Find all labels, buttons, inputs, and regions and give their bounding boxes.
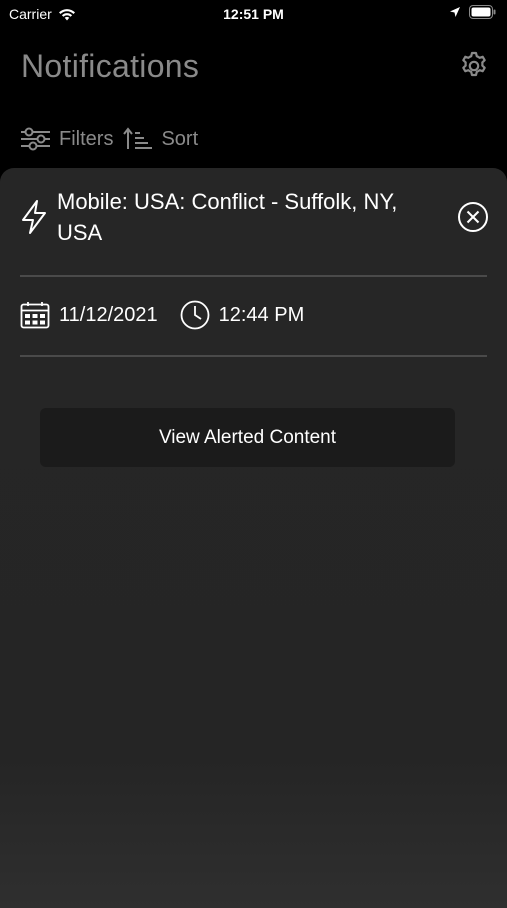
alert-date-text: 11/12/2021 bbox=[59, 303, 158, 326]
status-time: 12:51 PM bbox=[223, 6, 284, 22]
notification-card: Mobile: USA: Conflict - Suffolk, NY, USA bbox=[0, 168, 507, 908]
filters-label: Filters bbox=[59, 127, 114, 150]
divider bbox=[20, 275, 487, 277]
alert-title: Mobile: USA: Conflict - Suffolk, NY, USA bbox=[57, 189, 398, 245]
clock-icon bbox=[180, 300, 210, 330]
gear-icon[interactable] bbox=[459, 51, 489, 81]
divider bbox=[20, 355, 487, 357]
calendar-icon bbox=[20, 302, 50, 329]
filter-sort-toolbar: Filters Sort bbox=[20, 126, 208, 152]
page-title: Notifications bbox=[21, 48, 200, 84]
status-bar: Carrier 12:51 PM bbox=[0, 0, 507, 30]
alert-meta: 11/12/2021 12:44 PM bbox=[20, 299, 304, 331]
filters-button[interactable]: Filters bbox=[20, 126, 113, 152]
lightning-bolt-icon bbox=[22, 200, 46, 234]
close-circle-icon[interactable] bbox=[457, 201, 489, 233]
sort-button[interactable]: Sort bbox=[123, 127, 198, 151]
alert-time: 12:44 PM bbox=[180, 300, 305, 330]
sort-label: Sort bbox=[161, 127, 199, 150]
sliders-icon bbox=[21, 127, 50, 151]
alert-date: 11/12/2021 bbox=[20, 301, 158, 329]
alert-time-text: 12:44 PM bbox=[218, 303, 305, 326]
view-alerted-content-button[interactable]: View Alerted Content bbox=[40, 408, 455, 467]
battery-icon bbox=[469, 5, 496, 19]
sort-ascending-icon bbox=[123, 127, 153, 149]
location-arrow-icon bbox=[450, 7, 460, 17]
status-indicators bbox=[449, 5, 497, 19]
